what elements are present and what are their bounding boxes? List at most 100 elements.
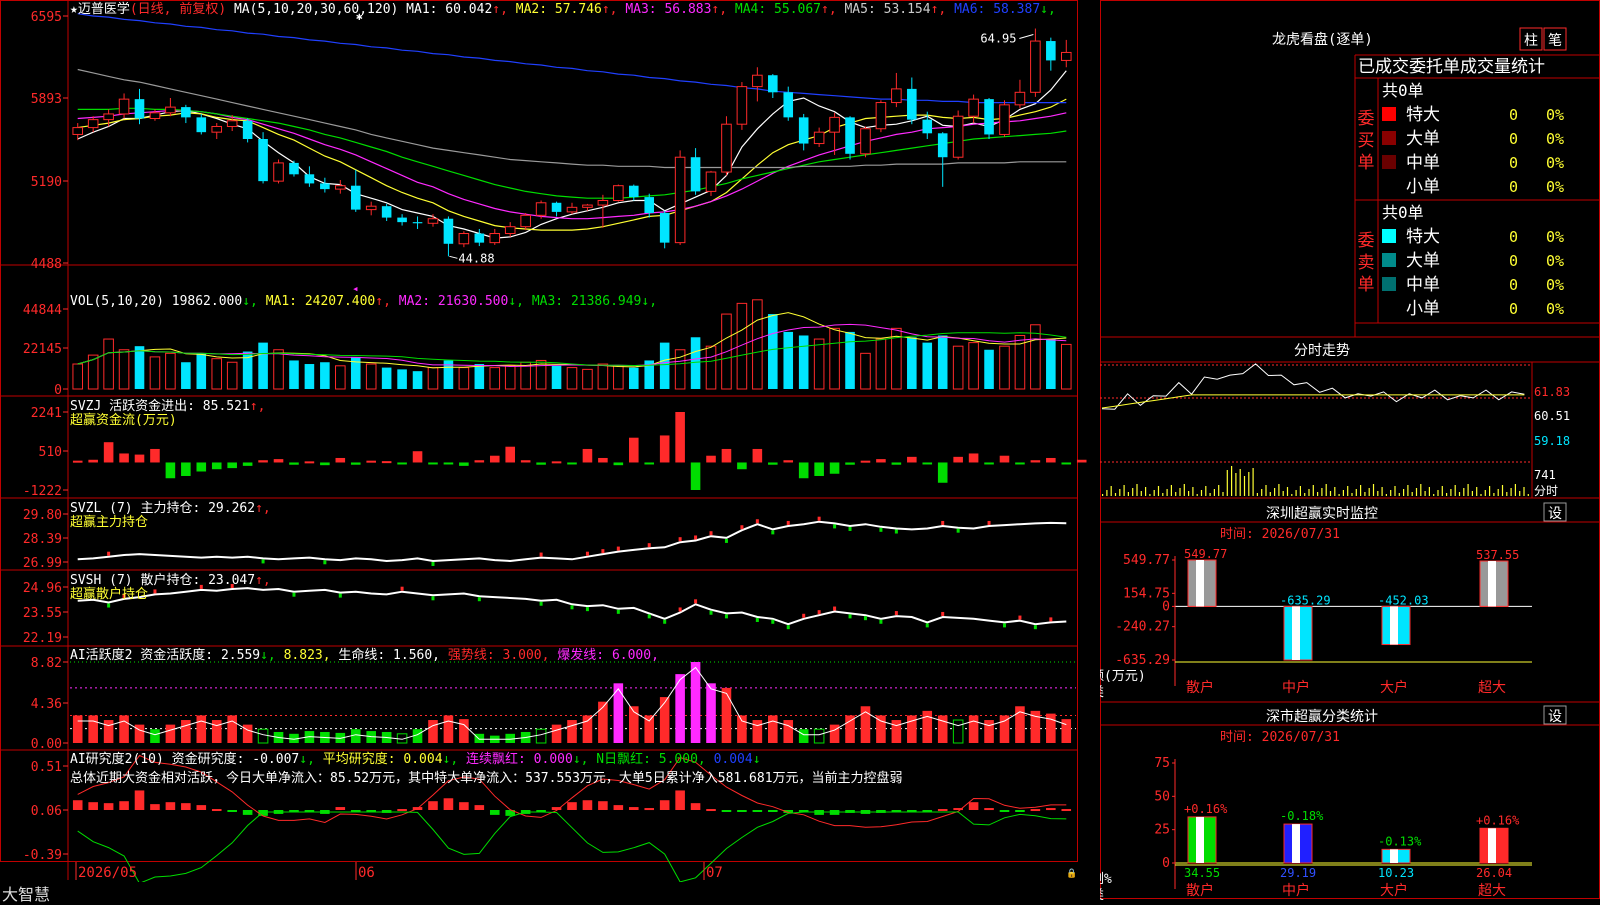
fund-flow-bar[interactable] (119, 453, 129, 463)
activity-bar[interactable] (690, 662, 701, 743)
candle-body-down[interactable] (181, 107, 191, 118)
research-bar[interactable] (150, 804, 160, 810)
volume-bar-up[interactable] (1060, 343, 1072, 390)
research-bar[interactable] (1046, 808, 1056, 811)
fund-flow-bar[interactable] (1061, 462, 1072, 465)
candle-body-down[interactable] (474, 233, 485, 243)
fund-flow-bar[interactable] (459, 462, 469, 466)
research-bar[interactable] (567, 802, 577, 810)
research-bar[interactable] (690, 803, 701, 810)
fund-flow-bar[interactable] (273, 459, 284, 463)
fund-flow-bar[interactable] (474, 460, 485, 463)
candle-body-down[interactable] (644, 197, 655, 214)
fund-flow-bar[interactable] (984, 462, 994, 465)
activity-bar[interactable] (242, 724, 253, 743)
research-bar[interactable] (582, 800, 593, 810)
candle-body-up[interactable] (752, 74, 763, 88)
fund-flow-bar[interactable] (412, 451, 423, 463)
activity-bar[interactable] (551, 724, 562, 743)
sz-monitor-bar-0[interactable] (1187, 559, 1217, 607)
candle-body-down[interactable] (289, 162, 299, 175)
fund-flow-bar[interactable] (845, 462, 855, 465)
fund-flow-bar[interactable] (876, 459, 886, 463)
activity-bar[interactable] (582, 715, 593, 743)
fund-flow-bar[interactable] (165, 462, 176, 479)
volume-bar-up[interactable] (752, 299, 763, 390)
research-bar[interactable] (474, 805, 485, 810)
activity-bar[interactable] (165, 724, 176, 743)
volume-bar-up[interactable] (1030, 324, 1041, 390)
fund-flow-bar[interactable] (150, 448, 160, 463)
fund-flow-bar[interactable] (582, 448, 593, 463)
fund-flow-bar[interactable] (891, 462, 902, 465)
candle-body-down[interactable] (242, 120, 253, 139)
volume-bar-up[interactable] (613, 365, 624, 390)
fund-flow-bar[interactable] (690, 462, 701, 490)
candle-body-up[interactable] (613, 185, 624, 201)
volume-bar-down[interactable] (134, 346, 145, 389)
research-bar[interactable] (227, 810, 237, 812)
candle-body-down[interactable] (628, 185, 639, 198)
candle-body-up[interactable] (427, 218, 439, 224)
candle-body-up[interactable] (860, 128, 871, 155)
volume-bar-down[interactable] (783, 331, 794, 389)
volume-bar-up[interactable] (813, 338, 825, 390)
research-bar[interactable] (1030, 809, 1041, 812)
research-bar[interactable] (88, 802, 98, 810)
research-bar[interactable] (443, 798, 454, 810)
volume-bar-up[interactable] (489, 367, 501, 390)
volume-bar-down[interactable] (984, 349, 994, 389)
activity-bar[interactable] (150, 729, 160, 743)
fund-flow-bar[interactable] (999, 455, 1010, 463)
research-bar[interactable] (999, 810, 1010, 812)
volume-bar-up[interactable] (118, 349, 130, 390)
candle-body-down[interactable] (690, 157, 701, 192)
activity-bar[interactable] (474, 733, 485, 743)
fund-flow-bar[interactable] (72, 460, 83, 463)
fund-flow-bar[interactable] (706, 455, 716, 463)
sz-class-bar-1[interactable] (1283, 823, 1313, 864)
candle-body-down[interactable] (397, 217, 407, 223)
volume-bar-down[interactable] (412, 371, 423, 389)
research-bar[interactable] (721, 810, 732, 812)
candle-body-up[interactable] (535, 202, 547, 216)
fund-flow-bar[interactable] (350, 462, 361, 465)
fund-flow-bar[interactable] (613, 462, 624, 466)
candle-body-down[interactable] (845, 117, 855, 154)
fund-flow-bar[interactable] (1076, 459, 1087, 463)
research-bar[interactable] (644, 808, 655, 811)
research-bar[interactable] (968, 802, 979, 810)
sz-class-setting-btn[interactable]: 设 (1548, 709, 1562, 725)
candle-body-down[interactable] (551, 202, 562, 212)
candle-body-down[interactable] (984, 99, 994, 135)
research-bar[interactable] (397, 809, 407, 812)
research-bar[interactable] (72, 800, 83, 810)
fund-flow-bar[interactable] (227, 462, 237, 469)
volume-bar-down[interactable] (690, 337, 701, 389)
candle-body-up[interactable] (813, 131, 825, 145)
activity-bar[interactable] (211, 720, 222, 743)
fund-flow-bar[interactable] (443, 462, 454, 465)
fund-flow-bar[interactable] (628, 437, 639, 463)
candle-body-up[interactable] (597, 200, 609, 206)
volume-bar-down[interactable] (768, 314, 778, 389)
activity-bar[interactable] (103, 720, 114, 743)
candle-body-up[interactable] (1030, 40, 1041, 93)
fund-flow-bar[interactable] (907, 456, 917, 463)
activity-bar[interactable] (196, 715, 207, 743)
activity-bar[interactable] (659, 697, 670, 743)
candle-body-down[interactable] (134, 99, 145, 119)
research-bar[interactable] (659, 800, 670, 810)
fund-flow-bar[interactable] (1046, 457, 1056, 463)
volume-bar-down[interactable] (181, 362, 191, 389)
stock-chart-area[interactable]: 659558935190448864.9544.88✱◂★迈普医学(日线, 前复… (0, 0, 1100, 882)
candle-body-up[interactable] (118, 98, 130, 115)
volume-bar-up[interactable] (365, 363, 377, 390)
candle-body-up[interactable] (1014, 91, 1026, 106)
fund-flow-bar[interactable] (721, 448, 732, 463)
volume-bar-down[interactable] (845, 331, 855, 389)
candle-body-up[interactable] (875, 102, 887, 130)
fund-flow-bar[interactable] (304, 461, 315, 464)
fund-flow-bar[interactable] (860, 460, 871, 463)
activity-bar[interactable] (227, 715, 237, 743)
